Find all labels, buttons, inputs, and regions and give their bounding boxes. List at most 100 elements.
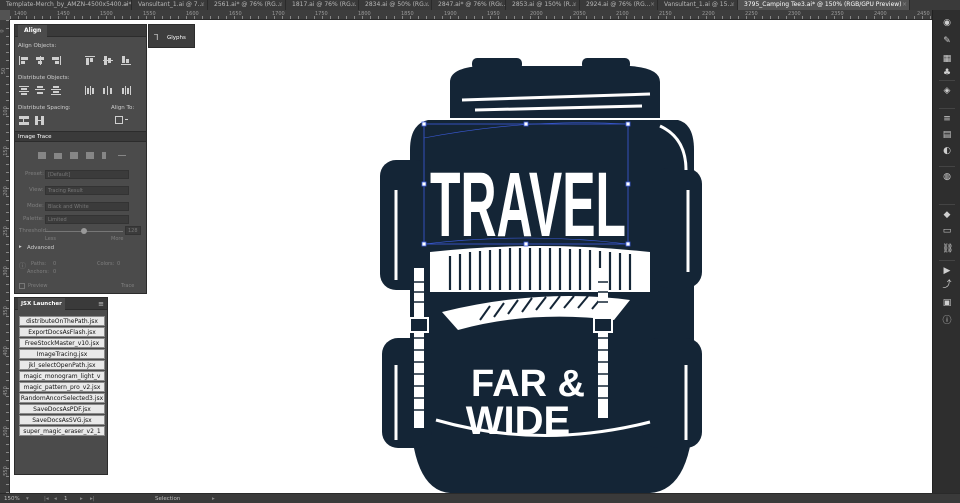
high-color-icon[interactable] [53,151,63,160]
low-color-icon[interactable] [69,151,79,160]
trace-presets-row [37,151,127,160]
chevron-right-icon[interactable]: ▸ [19,244,22,250]
vertical-spacing-icon[interactable] [19,116,29,125]
jsx-script-button[interactable]: ExportDocsAsFlash.jsx [19,327,105,337]
swatches-icon[interactable]: ▦ [942,54,952,64]
next-artboard-icon[interactable]: ▸ [80,494,83,503]
mode-value: Black and White [48,204,89,210]
artboards-icon[interactable]: ▭ [942,226,952,236]
chevron-down-icon[interactable]: ▾ [26,494,29,503]
align-bottom-icon[interactable] [121,56,131,65]
last-artboard-icon[interactable]: ▸| [90,494,95,503]
align-middle-icon[interactable] [103,56,113,65]
document-tab[interactable]: 1817.ai @ 76% (RG... × [286,0,359,10]
align-panel-header: Align [15,24,146,37]
distribute-bottom-icon[interactable] [51,86,61,95]
distribute-vcenter-icon[interactable] [35,86,45,95]
jsx-script-button[interactable]: ImageTracing.jsx [19,349,105,359]
threshold-slider-handle[interactable] [81,228,87,234]
layers-icon[interactable]: ◆ [942,210,952,220]
jsx-script-button[interactable]: super_magic_eraser_v2_1 [19,426,105,436]
jsx-script-button[interactable]: distributeOnThePath.jsx [19,316,105,326]
image-trace-title[interactable]: Image Trace [18,134,52,140]
zoom-level[interactable]: 150% [4,494,20,503]
jsx-script-button[interactable]: FreeStockMaster_v10.jsx [19,338,105,348]
align-right-icon[interactable] [51,56,61,65]
document-tab[interactable]: Template-Merch_by_AMZN-4500x5400.ai* × [0,0,132,10]
close-icon[interactable]: × [200,0,205,10]
document-info-icon[interactable]: ⓘ [942,316,952,326]
document-tab[interactable]: Vansultant_1.ai @ 15... × [658,0,738,10]
panel-menu-icon[interactable]: ≡ [98,300,104,308]
chevron-right-icon[interactable]: ▸ [212,494,215,503]
grayscale-icon[interactable] [85,151,95,160]
export-icon[interactable]: ⤴ [942,280,952,290]
gradient-icon[interactable]: ▤ [942,130,952,140]
close-icon[interactable]: × [351,0,356,10]
prev-artboard-icon[interactable]: ◂ [54,494,57,503]
document-tab[interactable]: 2924.ai @ 76% (RG... × [580,0,658,10]
distribute-left-icon[interactable] [85,86,95,95]
jsx-script-button[interactable]: jkl_selectOpenPath.jsx [19,360,105,370]
palette-select[interactable]: Limited [45,215,129,224]
glyphs-label: Glyphs [167,35,186,41]
mode-select[interactable]: Black and White [45,202,129,211]
vertical-ruler[interactable]: 0 50 100 150 200 250 300 350 400 450 500 550 [0,20,10,493]
distribute-top-icon[interactable] [19,86,29,95]
preview-checkbox[interactable] [19,283,25,289]
close-icon[interactable]: × [902,0,907,10]
black-white-icon[interactable] [101,151,111,160]
wide-text[interactable]: WIDE [466,399,570,443]
artboard-canvas[interactable]: TRAVEL FAR & WIDE [10,20,932,493]
artboard-number[interactable]: 1 [64,494,68,503]
horizontal-ruler[interactable]: 1400 1450 1500 1550 1600 1650 1700 1750 1800 1850… [10,10,932,20]
document-tab[interactable]: 2834.ai @ 50% (RG... × [359,0,432,10]
align-to-selection-icon[interactable] [115,116,129,125]
distribute-right-icon[interactable] [121,86,131,95]
transparency-icon[interactable]: ◐ [942,146,952,156]
first-artboard-icon[interactable]: |◂ [44,494,49,503]
preset-select[interactable]: [Default] [45,170,129,179]
jsx-script-button[interactable]: magic_pattern_pro_v2.jsx [19,382,105,392]
outline-icon[interactable] [117,151,127,160]
align-tab[interactable]: Align [18,24,48,37]
close-icon[interactable]: × [124,0,129,10]
play-icon[interactable]: ▶ [942,266,952,276]
document-tab[interactable]: 2847.ai* @ 76% (RG... × [432,0,506,10]
close-icon[interactable]: × [572,0,577,10]
horizontal-spacing-icon[interactable] [35,116,45,125]
align-center-icon[interactable] [35,56,45,65]
backpack-artwork[interactable]: TRAVEL FAR & WIDE [10,20,932,493]
document-tab[interactable]: 2561.ai* @ 76% (RG... × [208,0,286,10]
image-icon[interactable]: ▣ [942,298,952,308]
glyphs-panel[interactable]: Ꞁ Glyphs [148,24,195,48]
auto-color-icon[interactable] [37,151,47,160]
stroke-icon[interactable]: ≡ [942,114,952,124]
close-icon[interactable]: × [498,0,503,10]
jsx-script-button[interactable]: RandomAncorSelected3.jsx [19,393,105,403]
jsx-script-button[interactable]: SaveDocsAsSVG.jsx [19,415,105,425]
distribute-hcenter-icon[interactable] [103,86,113,95]
jsx-script-button[interactable]: SaveDocsAsPDF.jsx [19,404,105,414]
align-top-icon[interactable] [85,56,95,65]
document-tab-active[interactable]: 3795_Camping Tee3.ai* @ 150% (RGB/GPU Pr… [738,0,910,10]
jsx-launcher-tab[interactable]: JSX Launcher [18,297,65,310]
advanced-toggle[interactable]: Advanced [27,245,54,251]
threshold-input[interactable]: 128 [125,226,141,235]
graphic-styles-icon[interactable]: ◈ [942,86,952,96]
brush-icon[interactable]: ✎ [942,36,952,46]
align-left-icon[interactable] [19,56,29,65]
jsx-script-button[interactable]: magic_monogram_light_v [19,371,105,381]
trace-button[interactable]: Trace [121,283,134,289]
close-icon[interactable]: × [424,0,429,10]
close-icon[interactable]: × [730,0,735,10]
links-icon[interactable]: ⛓ [942,244,953,254]
view-select[interactable]: Tracing Result [45,186,129,195]
appearance-icon[interactable]: ◍ [942,172,952,182]
document-tab[interactable]: Vansultant_1.ai @ 7... × [132,0,208,10]
color-wheel-icon[interactable]: ◉ [942,18,952,28]
close-icon[interactable]: × [278,0,283,10]
symbols-icon[interactable]: ♣ [942,68,952,78]
close-icon[interactable]: × [650,0,655,10]
document-tab[interactable]: 2853.ai @ 150% (R... × [506,0,580,10]
